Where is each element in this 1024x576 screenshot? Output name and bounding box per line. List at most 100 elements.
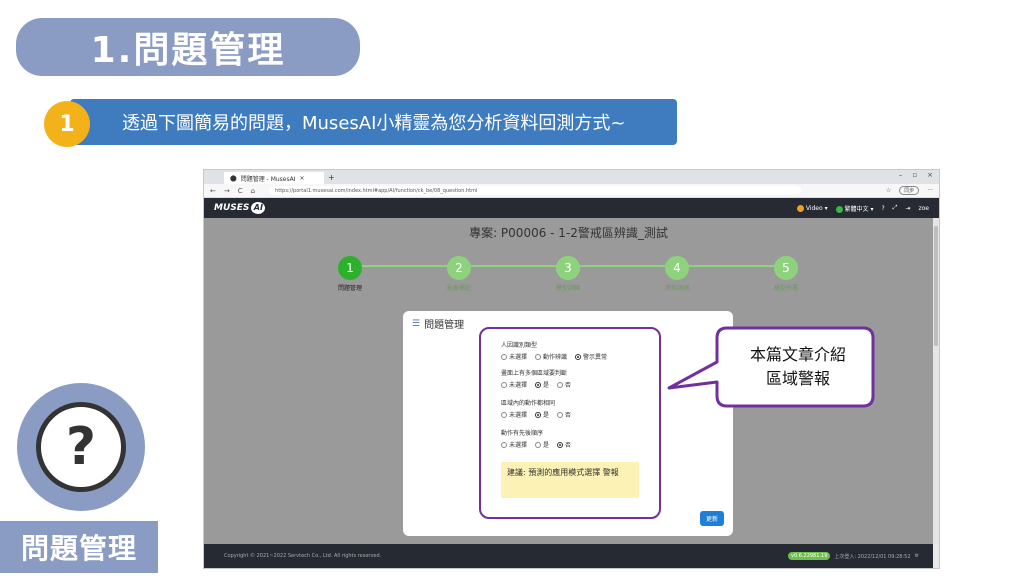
app-header: MUSES AI Video ▾ 繁體中文 ▾ ? ⤢ ⇥ zoe (204, 198, 939, 218)
radio-option[interactable]: 未選擇 (501, 410, 527, 419)
nav-buttons: ← → C ⌂ (210, 187, 255, 195)
radio-button-selected[interactable] (535, 381, 542, 388)
app-footer: Copyright © 2021~2022 Servtech Co., Ltd.… (204, 544, 933, 568)
step-5-label: 模型佈署 (773, 285, 798, 292)
radio-option[interactable]: 是 (535, 380, 549, 389)
side-label: 問題管理 (0, 521, 158, 573)
logo-ai-badge: AI (251, 202, 266, 214)
project-title: 專案: P00006 - 1-2警戒區辨識_測試 (469, 226, 668, 240)
help-icon[interactable]: ? (881, 205, 884, 212)
question-item: 區域內的動作都相同 未選擇 是 否 (501, 398, 571, 419)
fullscreen-icon[interactable]: ⤢ (893, 204, 898, 212)
radio-option[interactable]: 是 (535, 440, 549, 449)
browser-tab-title: 問題管理 - MusesAI (240, 175, 296, 183)
close-window-button[interactable]: × (927, 171, 933, 179)
radio-button[interactable] (501, 353, 507, 360)
step-4[interactable]: 4 資料回測 (647, 256, 707, 292)
page-favicon-icon: ⬤ (230, 174, 237, 182)
radio-button-selected[interactable] (535, 411, 542, 418)
radio-button[interactable] (535, 353, 542, 360)
url-text: https://portal1.musesai.com/index.html#a… (275, 187, 478, 194)
back-icon[interactable]: ← (210, 187, 216, 195)
username: zoe (918, 204, 929, 212)
step-2-label: 影像標記 (446, 285, 471, 292)
update-button[interactable]: 更新 (700, 511, 724, 526)
step-3[interactable]: 3 模型訓練 (538, 256, 598, 292)
step-3-label: 模型訓練 (555, 285, 580, 292)
step-4-label: 資料回測 (664, 285, 689, 292)
musesai-logo: MUSES AI (214, 202, 266, 214)
radio-button[interactable] (535, 441, 542, 448)
callout-text: 本篇文章介紹 區域警報 (749, 345, 846, 388)
forward-icon[interactable]: → (224, 187, 230, 195)
list-icon: ☰ (412, 318, 421, 329)
card-title: 問題管理 (424, 320, 465, 331)
radio-option[interactable]: 否 (557, 440, 571, 449)
radio-button[interactable] (501, 441, 507, 448)
radio-label: 是 (543, 442, 550, 449)
radio-button[interactable] (501, 411, 507, 418)
step-1[interactable]: 1 問題管理 (320, 256, 380, 292)
logo-text: MUSES (214, 203, 250, 213)
radio-option[interactable]: 否 (557, 410, 571, 419)
instruction-bar: 透過下圖簡易的問題，MusesAI小精靈為您分析資料回測方式~ (70, 99, 677, 145)
radio-option[interactable]: 動作辨識 (535, 352, 567, 361)
language-menu[interactable]: 繁體中文 ▾ (835, 204, 873, 213)
radio-option[interactable]: 未選擇 (501, 380, 527, 389)
sync-button[interactable]: 同步 (899, 186, 920, 195)
new-tab-button[interactable]: + (328, 173, 335, 182)
page-scrollbar[interactable] (933, 218, 939, 544)
question-item: 畫面上有多個區域要判斷 未選擇 是 否 (501, 368, 571, 389)
favorites-icon[interactable]: ☆ (886, 187, 891, 194)
radio-label: 動作辨識 (543, 354, 568, 361)
radio-group: 未選擇 是 否 (501, 410, 571, 419)
radio-button-selected[interactable] (557, 441, 564, 448)
radio-label: 未選擇 (509, 442, 528, 449)
video-menu[interactable]: Video ▾ (796, 204, 828, 212)
url-field[interactable]: https://portal1.musesai.com/index.html#a… (269, 186, 802, 195)
info-icon[interactable]: ⚙ (915, 553, 919, 559)
address-bar: ← → C ⌂ https://portal1.musesai.com/inde… (204, 184, 939, 198)
radio-label: 未選擇 (509, 354, 528, 361)
slide-title: 1.問題管理 (16, 18, 360, 76)
language-label: 繁體中文 (844, 205, 869, 213)
radio-button-selected[interactable] (575, 353, 582, 360)
radio-option[interactable]: 未選擇 (501, 440, 527, 449)
radio-option[interactable]: 是 (535, 410, 549, 419)
step-number-badge: 1 (44, 101, 90, 147)
radio-button[interactable] (557, 411, 564, 418)
radio-button[interactable] (557, 381, 564, 388)
radio-group: 未選擇 動作辨識 警示異常 (501, 352, 607, 361)
tab-close-icon[interactable]: × (300, 175, 305, 182)
radio-button[interactable] (501, 381, 507, 388)
address-bar-actions: ☆ 同步 ··· (886, 186, 933, 195)
browser-tab[interactable]: ⬤ 問題管理 - MusesAI × (224, 172, 324, 184)
question-label: 動作有先後順序 (501, 430, 544, 437)
reload-icon[interactable]: C (238, 187, 243, 195)
scrollbar-thumb[interactable] (934, 226, 938, 346)
maximize-button[interactable]: ▫ (912, 171, 917, 179)
window-controls: – ▫ × (899, 171, 933, 179)
question-item: 人因識別類型 未選擇 動作辨識 警示異常 (501, 340, 607, 361)
step-3-circle: 3 (556, 256, 580, 280)
question-label: 區域內的動作都相同 (501, 400, 556, 407)
step-2[interactable]: 2 影像標記 (429, 256, 489, 292)
step-1-label: 問題管理 (337, 285, 362, 292)
question-item: 動作有先後順序 未選擇 是 否 (501, 428, 571, 449)
step-5[interactable]: 5 模型佈署 (756, 256, 816, 292)
video-icon (796, 204, 804, 212)
radio-label: 否 (565, 412, 572, 419)
question-label: 人因識別類型 (501, 342, 538, 349)
step-5-circle: 5 (774, 256, 798, 280)
more-icon[interactable]: ··· (927, 187, 933, 194)
question-badge: ? (17, 383, 145, 511)
logout-icon[interactable]: ⇥ (905, 205, 910, 212)
step-1-circle: 1 (338, 256, 362, 280)
home-icon[interactable]: ⌂ (251, 187, 255, 195)
radio-label: 警示異常 (583, 354, 608, 361)
radio-option[interactable]: 否 (557, 380, 571, 389)
radio-option[interactable]: 未選擇 (501, 352, 527, 361)
minimize-button[interactable]: – (899, 171, 903, 179)
radio-option[interactable]: 警示異常 (575, 352, 607, 361)
question-mark-icon: ? (36, 402, 126, 492)
